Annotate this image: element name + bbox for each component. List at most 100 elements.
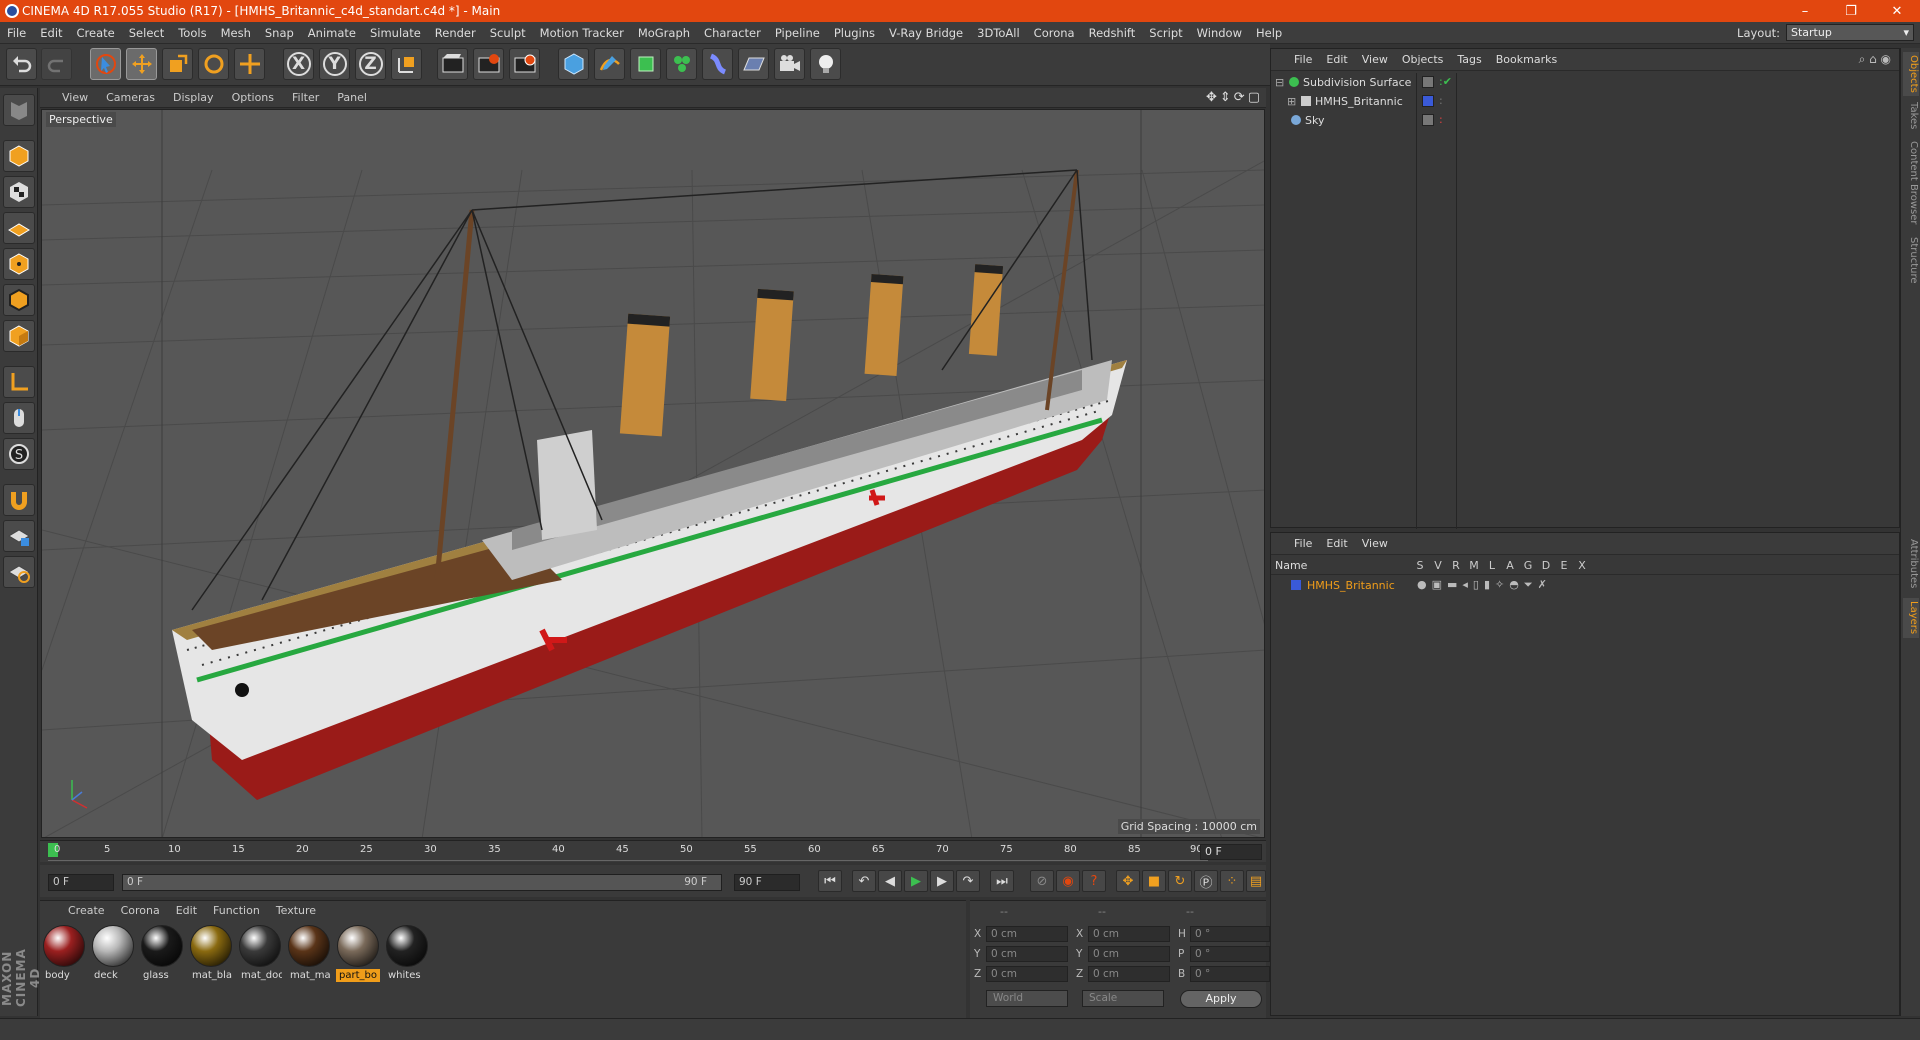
subdivision-surface-icon[interactable] (630, 48, 661, 80)
end-frame-field[interactable]: 90 F (734, 874, 800, 891)
menu-window[interactable]: Window (1190, 26, 1249, 40)
apply-button[interactable]: Apply (1180, 990, 1262, 1008)
material-swatch[interactable]: mat_doo (238, 925, 282, 982)
material-menu-function[interactable]: Function (205, 904, 268, 917)
layers-menu-view[interactable]: View (1355, 537, 1395, 550)
objects-search-icon[interactable]: ⌕ ⌂ ◉ (1859, 52, 1891, 67)
menu-mograph[interactable]: MoGraph (631, 26, 697, 40)
layers-menu-file[interactable]: File (1287, 537, 1319, 550)
menu-simulate[interactable]: Simulate (363, 26, 428, 40)
timeline-window-icon[interactable]: ▤ (1246, 870, 1266, 892)
deformer-icon[interactable] (702, 48, 733, 80)
axis-mode-icon[interactable] (3, 366, 35, 398)
objects-menu-objects[interactable]: Objects (1395, 53, 1451, 66)
next-frame-icon[interactable]: ▶ (930, 870, 954, 892)
points-mode-icon[interactable] (3, 248, 35, 280)
keyframe-selection-icon[interactable]: ? (1082, 870, 1106, 892)
material-swatch-selected[interactable]: part_bo (336, 925, 380, 982)
material-swatch[interactable]: body (42, 925, 86, 982)
camera-icon[interactable] (774, 48, 805, 80)
objects-menu-file[interactable]: File (1287, 53, 1319, 66)
position-y-field[interactable]: 0 cm (986, 945, 1068, 962)
position-x-field[interactable]: 0 cm (986, 925, 1068, 942)
menu-help[interactable]: Help (1249, 26, 1289, 40)
material-menu-corona[interactable]: Corona (113, 904, 168, 917)
pan-icon[interactable]: ✥ (1206, 90, 1217, 105)
menu-vray-bridge[interactable]: V-Ray Bridge (882, 26, 970, 40)
tab-layers[interactable]: Layers (1903, 598, 1919, 638)
tab-objects[interactable]: Objects (1903, 52, 1919, 96)
render-view-icon[interactable] (437, 48, 468, 80)
perspective-viewport[interactable]: Perspective Grid Spacing : 10000 cm (41, 109, 1265, 838)
size-x-field[interactable]: 0 cm (1088, 925, 1170, 942)
objects-menu-tags[interactable]: Tags (1450, 53, 1488, 66)
minimize-button[interactable]: – (1782, 4, 1828, 19)
scale-tool-icon[interactable] (162, 48, 193, 80)
position-z-field[interactable]: 0 cm (986, 965, 1068, 982)
close-button[interactable]: ✕ (1874, 4, 1920, 19)
go-to-end-icon[interactable]: ⏭ (990, 870, 1014, 892)
viewport-menu-view[interactable]: View (40, 91, 97, 104)
locked-workplane-icon[interactable] (3, 520, 35, 552)
floor-icon[interactable] (738, 48, 769, 80)
key-scale-icon[interactable]: ■ (1142, 870, 1166, 892)
objects-menu-view[interactable]: View (1355, 53, 1395, 66)
layer-toggles[interactable]: ●▣▬◂▯▮✧◓⏷✗ (1417, 578, 1552, 592)
menu-animate[interactable]: Animate (301, 26, 363, 40)
key-rotation-icon[interactable]: ↻ (1168, 870, 1192, 892)
menu-script[interactable]: Script (1142, 26, 1189, 40)
material-swatch[interactable]: deck (91, 925, 135, 982)
material-swatch[interactable]: glass (140, 925, 184, 982)
rotation-h-field[interactable]: 0 ° (1190, 925, 1270, 942)
layer-color-icon[interactable] (1422, 95, 1434, 107)
record-keys-icon[interactable]: ⊘ (1030, 870, 1054, 892)
undo-icon[interactable] (6, 48, 37, 80)
start-frame-field[interactable]: 0 F (48, 874, 114, 891)
layer-swatch-icon[interactable] (1422, 76, 1434, 88)
object-row[interactable]: ⊟ Subdivision Surface :✔ (1271, 73, 1899, 91)
redo-icon[interactable] (41, 48, 72, 80)
previous-key-icon[interactable]: ↶ (852, 870, 876, 892)
menu-character[interactable]: Character (697, 26, 768, 40)
material-swatch[interactable]: mat_ma (287, 925, 331, 982)
y-axis-lock-button[interactable]: Y (319, 48, 350, 80)
make-editable-icon[interactable] (3, 94, 35, 126)
menu-snap[interactable]: Snap (258, 26, 301, 40)
tweak-mode-icon[interactable] (3, 402, 35, 434)
texture-mode-icon[interactable] (3, 176, 35, 208)
viewport-menu-panel[interactable]: Panel (328, 91, 376, 104)
menu-redshift[interactable]: Redshift (1082, 26, 1143, 40)
maximize-view-icon[interactable]: ▢ (1248, 90, 1260, 105)
live-selection-icon[interactable] (90, 48, 121, 80)
material-menu-edit[interactable]: Edit (168, 904, 205, 917)
z-axis-lock-button[interactable]: Z (355, 48, 386, 80)
enabled-check-icon[interactable]: :✔ (1439, 75, 1452, 88)
tab-attributes[interactable]: Attributes (1903, 536, 1919, 592)
viewport-menu-filter[interactable]: Filter (283, 91, 328, 104)
viewport-menu-display[interactable]: Display (164, 91, 223, 104)
frame-range-slider[interactable]: 0 F 90 F (122, 874, 722, 891)
key-parameter-icon[interactable]: Ⓟ (1194, 870, 1218, 892)
next-key-icon[interactable]: ↷ (956, 870, 980, 892)
expand-icon[interactable]: ⊞ (1287, 95, 1297, 108)
key-position-icon[interactable]: ✥ (1116, 870, 1140, 892)
menu-motion-tracker[interactable]: Motion Tracker (533, 26, 631, 40)
objects-menu-edit[interactable]: Edit (1319, 53, 1354, 66)
object-row[interactable]: ⊞ HMHS_Britannic : (1271, 92, 1899, 110)
visibility-dots-icon[interactable]: : (1439, 94, 1443, 107)
size-z-field[interactable]: 0 cm (1088, 965, 1170, 982)
planar-workplane-icon[interactable] (3, 556, 35, 588)
light-icon[interactable] (810, 48, 841, 80)
previous-frame-icon[interactable]: ◀ (878, 870, 902, 892)
edges-mode-icon[interactable] (3, 284, 35, 316)
render-picture-viewer-icon[interactable] (473, 48, 504, 80)
orbit-icon[interactable]: ⟳ (1234, 90, 1245, 105)
menu-3dtoall[interactable]: 3DToAll (970, 26, 1027, 40)
cube-primitive-icon[interactable] (558, 48, 589, 80)
tab-structure[interactable]: Structure (1903, 234, 1919, 286)
layers-menu-edit[interactable]: Edit (1319, 537, 1354, 550)
menu-render[interactable]: Render (428, 26, 483, 40)
rotate-tool-icon[interactable] (198, 48, 229, 80)
transform-tool-icon[interactable] (234, 48, 265, 80)
menu-pipeline[interactable]: Pipeline (768, 26, 827, 40)
